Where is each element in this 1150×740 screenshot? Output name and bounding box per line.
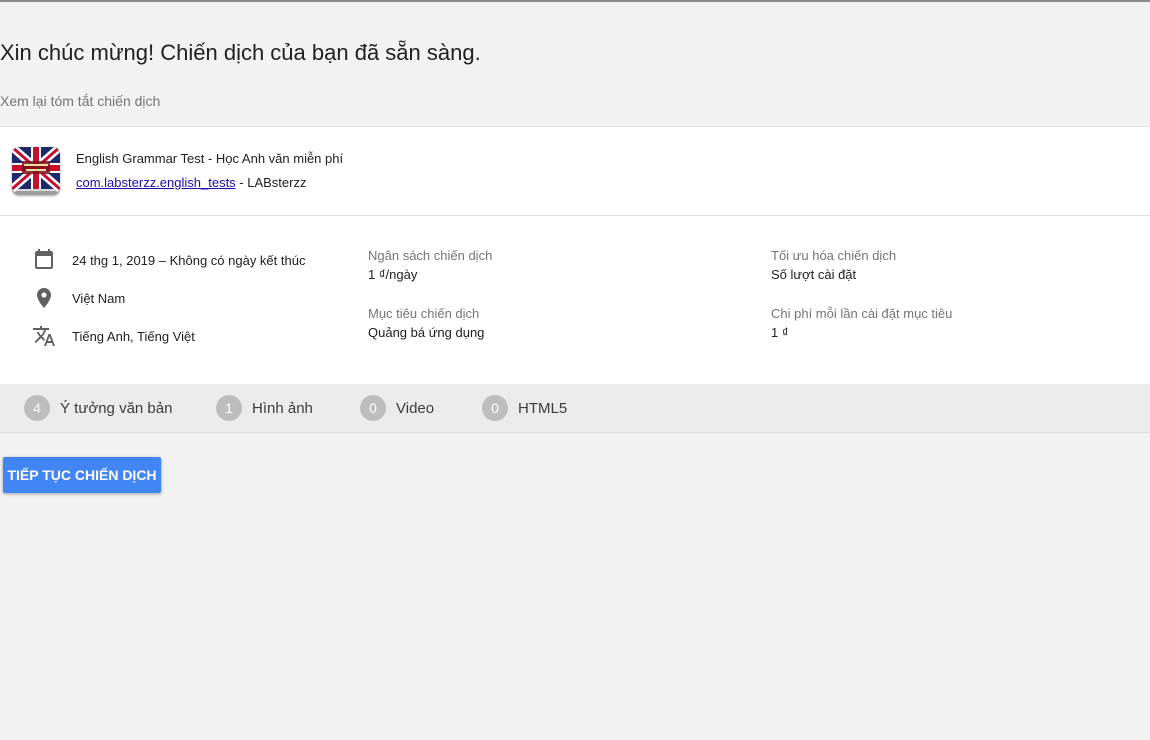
asset-images: 1 Hình ảnh xyxy=(216,395,313,421)
asset-count-badge: 0 xyxy=(360,395,386,421)
campaign-location-text: Việt Nam xyxy=(72,290,126,306)
asset-label: Video xyxy=(396,399,435,417)
translate-icon xyxy=(33,326,55,346)
assets-summary-bar: 4 Ý tưởng văn bản 1 Hình ảnh 0 Video 0 H… xyxy=(0,384,1150,433)
calendar-icon xyxy=(35,249,53,269)
location-pin-icon xyxy=(37,288,51,308)
asset-count-badge: 4 xyxy=(24,395,50,421)
optimization-value: Số lượt cài đặt xyxy=(771,267,857,282)
app-developer: - LABsterzz xyxy=(235,175,307,190)
campaign-ready-page: Xin chúc mừng! Chiến dịch của bạn đã sẵn… xyxy=(0,0,1150,740)
asset-label: Hình ảnh xyxy=(252,399,313,417)
budget-value: 1 ₫/ngày xyxy=(368,267,418,282)
cost-per-install-value: 1 ₫ xyxy=(771,325,789,340)
optimization-label: Tối ưu hóa chiến dịch xyxy=(771,248,897,263)
asset-label: HTML5 xyxy=(518,399,568,417)
page-title: Xin chúc mừng! Chiến dịch của bạn đã sẵn… xyxy=(0,40,481,65)
campaign-languages-text: Tiếng Anh, Tiếng Việt xyxy=(72,328,195,344)
continue-campaign-button[interactable]: TIẾP TỤC CHIẾN DỊCH xyxy=(3,457,161,493)
page-subtitle: Xem lại tóm tắt chiến dịch xyxy=(0,93,161,109)
goal-value: Quảng bá ứng dụng xyxy=(368,325,485,340)
budget-label: Ngân sách chiến dịch xyxy=(368,248,493,263)
asset-count-badge: 0 xyxy=(482,395,508,421)
asset-label: Ý tưởng văn bản xyxy=(60,399,173,417)
campaign-dates-text: 24 thg 1, 2019 – Không có ngày kết thúc xyxy=(72,252,306,268)
asset-count-badge: 1 xyxy=(216,395,242,421)
campaign-summary-card: English Grammar Test - Học Anh văn miễn … xyxy=(0,126,1150,385)
app-package-link[interactable]: com.labsterzz.english_tests xyxy=(76,175,236,190)
cost-per-install-label: Chi phí mỗi lần cài đặt mục tiêu xyxy=(771,306,953,321)
campaign-languages: Tiếng Anh, Tiếng Việt xyxy=(32,324,195,348)
campaign-details: 24 thg 1, 2019 – Không có ngày kết thúc … xyxy=(0,216,1150,384)
campaign-dates: 24 thg 1, 2019 – Không có ngày kết thúc xyxy=(32,248,305,272)
asset-videos: 0 Video xyxy=(360,395,435,421)
union-jack-book-icon xyxy=(12,147,60,195)
asset-html5: 0 HTML5 xyxy=(482,395,568,421)
campaign-location: Việt Nam xyxy=(32,286,125,310)
app-meta: com.labsterzz.english_tests - LABsterzz xyxy=(76,175,306,190)
asset-text-ideas: 4 Ý tưởng văn bản xyxy=(24,395,173,421)
app-name: English Grammar Test - Học Anh văn miễn … xyxy=(76,151,344,166)
goal-label: Mục tiêu chiến dịch xyxy=(368,306,480,321)
app-info-row: English Grammar Test - Học Anh văn miễn … xyxy=(0,127,1150,216)
